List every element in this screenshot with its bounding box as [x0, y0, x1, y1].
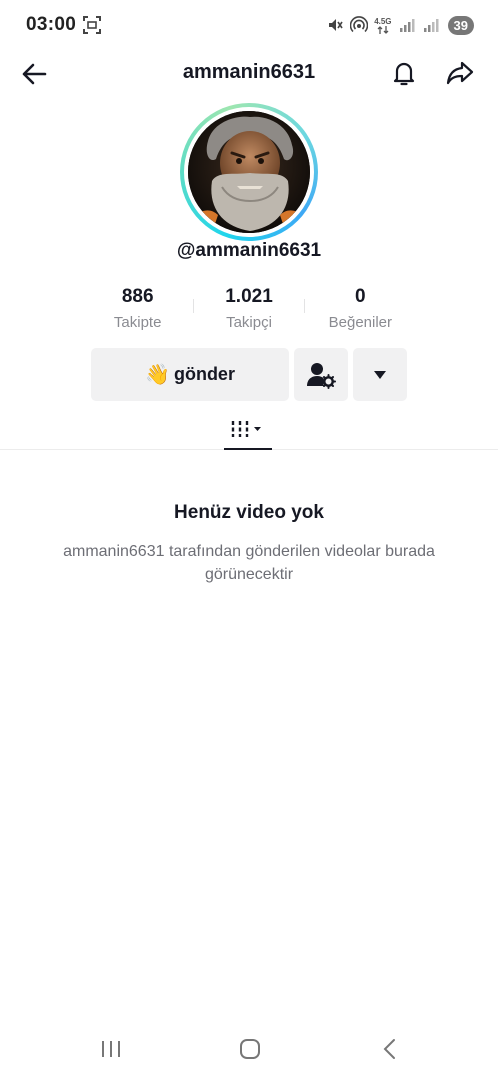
send-button-label: gönder: [173, 364, 235, 384]
data-arrows-icon: [377, 25, 389, 34]
system-back-button[interactable]: [376, 1036, 402, 1062]
mute-icon: [329, 19, 343, 31]
battery-level: 39: [447, 15, 474, 35]
status-bar: 03:00 4.5G 39: [0, 0, 498, 50]
recents-icon: [102, 1041, 120, 1057]
bell-icon: [393, 62, 415, 86]
following-label: Takipte: [113, 314, 162, 331]
avatar-frame: [184, 107, 314, 237]
more-options-button[interactable]: [353, 348, 407, 401]
status-time: 03:00: [26, 14, 77, 35]
signal-icon: [399, 19, 415, 32]
signal-2-icon: [423, 19, 439, 32]
avatar-image: [188, 111, 310, 233]
profile-stats: 886 Takipte 1.021 Takipçi 0 Beğeniler: [82, 285, 416, 337]
screenshot-icon: [83, 16, 101, 34]
user-settings-icon: [307, 362, 336, 389]
profile-handle: @ammanin6631: [176, 240, 322, 261]
stat-divider: [304, 299, 305, 313]
following-count: 886: [121, 286, 154, 307]
likes-count: 0: [355, 286, 366, 307]
home-icon: [240, 1039, 260, 1059]
wave-emoji: 👋: [145, 364, 170, 386]
followers-count: 1.021: [225, 286, 273, 307]
avatar-story-ring[interactable]: [180, 103, 318, 241]
empty-state-title: Henüz video yok: [174, 502, 324, 523]
status-icons: 4.5G 39: [326, 13, 474, 37]
share-arrow-icon: [446, 61, 474, 85]
notification-bell-button[interactable]: [388, 57, 420, 89]
home-button[interactable]: [237, 1036, 263, 1062]
send-wave-button[interactable]: 👋 gönder: [91, 348, 289, 401]
network-label: 4.5G: [374, 16, 392, 26]
chevron-left-icon: [383, 1039, 395, 1059]
page-title: ammanin6631: [182, 61, 316, 83]
videos-grid-icon: [231, 421, 261, 437]
tab-active-indicator: [224, 448, 272, 450]
following-stat[interactable]: 886 Takipte: [82, 285, 193, 337]
share-button[interactable]: [444, 57, 476, 89]
followers-label: Takipçi: [226, 314, 272, 331]
network-type: 4.5G: [374, 16, 392, 34]
content-tab-bar: [0, 408, 498, 450]
likes-stat[interactable]: 0 Beğeniler: [305, 285, 416, 337]
likes-label: Beğeniler: [328, 314, 393, 331]
system-nav-bar: [0, 1022, 498, 1080]
hotspot-icon: [350, 16, 369, 33]
caret-down-icon: [374, 370, 386, 379]
profile-header: ammanin6631: [0, 50, 498, 96]
empty-state-description: ammanin6631 tarafından gönderilen videol…: [63, 543, 435, 583]
stat-divider: [193, 299, 194, 313]
avatar: [188, 111, 310, 233]
profile-actions: 👋 gönder: [91, 348, 407, 401]
friends-settings-button[interactable]: [294, 348, 348, 401]
recents-button[interactable]: [98, 1036, 124, 1062]
tab-videos[interactable]: [224, 408, 272, 450]
followers-stat[interactable]: 1.021 Takipçi: [193, 285, 304, 337]
